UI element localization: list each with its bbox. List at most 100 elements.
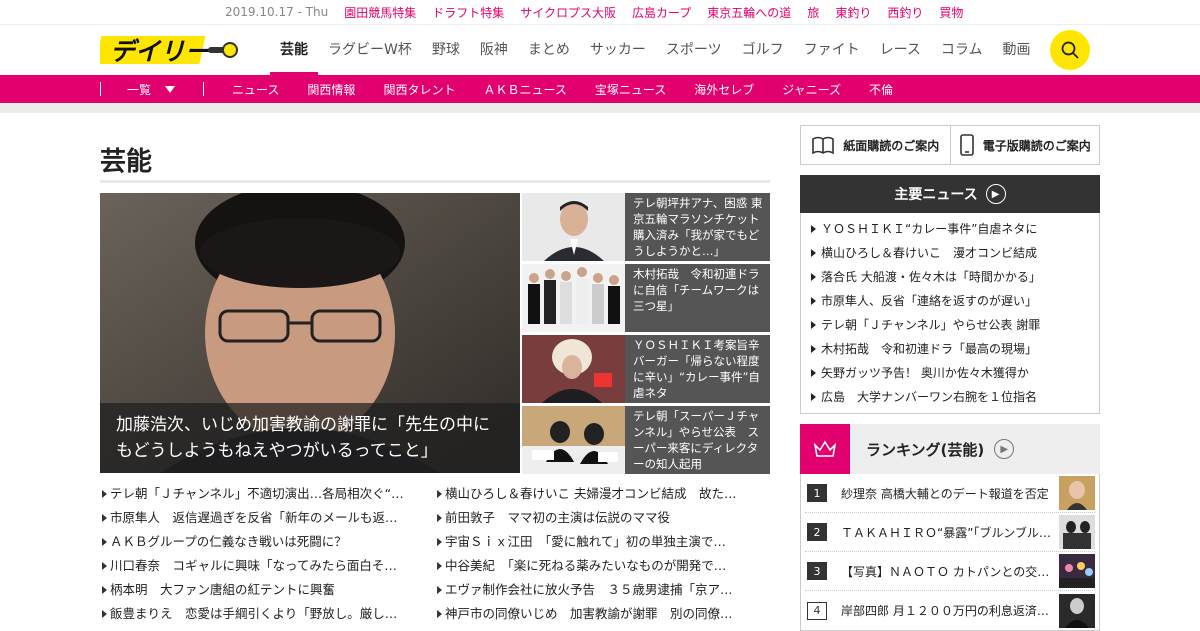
nav-item-column[interactable]: コラム	[931, 25, 993, 75]
headline-link[interactable]: 横山ひろし＆春けいこ 夫婦漫才コンビ結成 故た…	[435, 482, 770, 506]
side-news-text: 木村拓哉 令和初連ドラに自信「チームワークは三つ星」	[633, 267, 760, 313]
major-news-item[interactable]: 木村拓哉 令和初連ドラ「最高の現場」	[801, 337, 1099, 361]
nav-item-soccer[interactable]: サッカー	[580, 25, 656, 75]
headline-link[interactable]: 川口春奈 コギャルに興味「なってみたら面白そ…	[100, 554, 435, 578]
rank-text: 岸部四郎 月１２００万円の利息返済…	[841, 604, 1049, 618]
ranking-list: 1 紗理奈 高橋大輔とのデート報道を否定 2 ＴＡＫＡＨＩＲＯ“暴露”「ブルンブ…	[800, 474, 1100, 631]
major-news-item[interactable]: 落合氏 大船渡・佐々木は「時間かかる」	[801, 265, 1099, 289]
headline-column-left: テレ朝「Ｊチャンネル」不適切演出…各局相次ぐ“… 市原隼人 返信遅過ぎを反省「新…	[100, 482, 435, 626]
rank-number: 3	[807, 562, 827, 580]
top-link[interactable]: ドラフト特集	[432, 4, 504, 21]
top-link[interactable]: 園田競馬特集	[344, 4, 416, 21]
side-news-item[interactable]: ＹＯＳＨＩＫＩ考案旨辛バーガー「帰らない程度に辛い」“カレー事件”自虐ネタ	[522, 335, 770, 403]
major-news-item[interactable]: ＹＯＳＨＩＫＩ“カレー事件”自虐ネタに	[801, 217, 1099, 241]
site-logo[interactable]: デイリー	[95, 33, 240, 67]
headline-link[interactable]: 中谷美紀 「楽に死ねる薬みたいなものが開発で…	[435, 554, 770, 578]
chevron-right-icon: ▶	[994, 439, 1015, 459]
divider	[203, 82, 205, 96]
rank-thumbnail	[1059, 515, 1095, 549]
headline-lists: テレ朝「Ｊチャンネル」不適切演出…各局相次ぐ“… 市原隼人 返信遅過ぎを反省「新…	[100, 482, 770, 626]
top-link[interactable]: 西釣り	[887, 4, 923, 21]
search-icon	[1061, 41, 1079, 59]
search-button[interactable]	[1050, 30, 1090, 70]
headline-link[interactable]: 前田敦子 ママ初の主演は伝説のママ役	[435, 506, 770, 530]
nav-item-entertainment[interactable]: 芸能	[270, 25, 318, 75]
major-news-header[interactable]: 主要ニュース ▶	[800, 175, 1100, 213]
headline-link[interactable]: 神戸市の同僚いじめ 加害教諭が謝罪 別の同僚…	[435, 602, 770, 626]
side-news-text: ＹＯＳＨＩＫＩ考案旨辛バーガー「帰らない程度に辛い」“カレー事件”自虐ネタ	[633, 338, 760, 400]
headline-link[interactable]: 柄本明 大ファン唐組の紅テントに興奮	[100, 578, 435, 602]
headline-link[interactable]: エヴァ制作会社に放火予告 ３５歳男逮捕「京ア…	[435, 578, 770, 602]
smartphone-icon	[959, 134, 974, 156]
ranking-item[interactable]: 1 紗理奈 高橋大輔とのデート報道を否定	[805, 474, 1095, 513]
top-link[interactable]: 買物	[939, 4, 963, 21]
ranking-header[interactable]: ランキング(芸能) ▶	[800, 424, 1100, 474]
nav-item-race[interactable]: レース	[870, 25, 931, 75]
rank-text: 紗理奈 高橋大輔とのデート報道を否定	[841, 486, 1049, 501]
side-news-item[interactable]: テレ朝坪井アナ、困惑 東京五輪マラソンチケット購入済み「我が家でもどうしようかと…	[522, 193, 770, 261]
major-news-title: 主要ニュース	[894, 187, 978, 203]
subnav-item[interactable]: ＡＫＢニュース	[483, 81, 566, 98]
nav-item-fight[interactable]: ファイト	[794, 25, 870, 75]
subnav-item[interactable]: 海外セレブ	[694, 81, 754, 98]
side-news-text: テレ朝坪井アナ、困惑 東京五輪マラソンチケット購入済み「我が家でもどうしようかと…	[633, 196, 763, 258]
top-link[interactable]: 東釣り	[835, 4, 871, 21]
side-news-item[interactable]: テレ朝「スーパーＪチャンネル」やらせ公表 スーパー来客にディレクターの知人起用	[522, 406, 770, 474]
side-news-item[interactable]: 木村拓哉 令和初連ドラに自信「チームワークは三つ星」	[522, 264, 770, 332]
major-news-item[interactable]: テレ朝「Ｊチャンネル」やらせ公表 謝罪	[801, 313, 1099, 337]
major-news-item[interactable]: 横山ひろし＆春けいこ 漫才コンビ結成	[801, 241, 1099, 265]
all-categories-label: 一覧	[127, 82, 152, 97]
chevron-down-icon	[165, 85, 176, 93]
subnav-item[interactable]: 宝塚ニュース	[595, 81, 666, 98]
nav-item-golf[interactable]: ゴルフ	[732, 25, 794, 75]
paper-subscription-button[interactable]: 紙面購読のご案内	[801, 126, 950, 164]
headline-column-right: 横山ひろし＆春けいこ 夫婦漫才コンビ結成 故た… 前田敦子 ママ初の主演は伝説の…	[435, 482, 770, 626]
rank-text: 【写真】ＮＡＯＴＯ カトパンとの交…	[841, 564, 1050, 579]
paper-subscription-label: 紙面購読のご案内	[843, 138, 940, 153]
headline-link[interactable]: 飯豊まりえ 恋愛は手綱引くより「野放し。厳し…	[100, 602, 435, 626]
major-news-item[interactable]: 矢野ガッツ予告！ 奥川か佐々木獲得か	[801, 361, 1099, 385]
major-news-item[interactable]: 広島 大学ナンバーワン右腕を１位指名	[801, 385, 1099, 409]
headline-link[interactable]: 宇宙Ｓｉｘ江田 「愛に触れて」初の単独主演で…	[435, 530, 770, 554]
top-bar: 2019.10.17 - Thu 園田競馬特集 ドラフト特集 サイクロプス大阪 …	[0, 0, 1200, 25]
side-news-text: テレ朝「スーパーＪチャンネル」やらせ公表 スーパー来客にディレクターの知人起用	[633, 409, 760, 471]
rank-thumbnail	[1059, 554, 1095, 588]
logo-mark: デイリー	[95, 36, 238, 66]
rank-text: ＴＡＫＡＨＩＲＯ“暴露”「ブルンブル…	[841, 525, 1051, 540]
headline-link[interactable]: テレ朝「Ｊチャンネル」不適切演出…各局相次ぐ“…	[100, 482, 435, 506]
subnav-item[interactable]: ジャニーズ	[782, 81, 841, 98]
nav-item-sports[interactable]: スポーツ	[656, 25, 732, 75]
headline-link[interactable]: 市原隼人 返信遅過ぎを反省「新年のメールも返…	[100, 506, 435, 530]
news-thumbnail	[522, 264, 625, 332]
nav-item-baseball[interactable]: 野球	[422, 25, 470, 75]
top-link[interactable]: 旅	[807, 4, 819, 21]
nav-item-hanshin[interactable]: 阪神	[470, 25, 518, 75]
nav-item-rugby[interactable]: ラグビーW杯	[318, 25, 422, 75]
subnav-item[interactable]: 関西タレント	[383, 81, 455, 98]
news-thumbnail	[522, 406, 625, 474]
book-icon	[812, 136, 835, 155]
subnav-item[interactable]: 関西情報	[307, 81, 355, 98]
rank-thumbnail	[1059, 476, 1095, 510]
top-link[interactable]: 東京五輪への道	[707, 4, 791, 21]
ranking-item[interactable]: 3 【写真】ＮＡＯＴＯ カトパンとの交…	[805, 552, 1095, 591]
headline-link[interactable]: ＡＫＢグループの仁義なき戦いは死闘に？	[100, 530, 435, 554]
news-thumbnail	[522, 193, 625, 261]
subscription-buttons: 紙面購読のご案内 電子版購読のご案内	[800, 125, 1100, 165]
top-link[interactable]: サイクロプス大阪	[520, 4, 616, 21]
subnav-item[interactable]: 不倫	[869, 81, 893, 98]
current-date: 2019.10.17 - Thu	[225, 5, 329, 19]
nav-item-matome[interactable]: まとめ	[518, 25, 580, 75]
all-categories-dropdown[interactable]: 一覧	[127, 81, 176, 98]
major-news-list: ＹＯＳＨＩＫＩ“カレー事件”自虐ネタに 横山ひろし＆春けいこ 漫才コンビ結成 落…	[800, 213, 1100, 414]
hero-article[interactable]: 加藤浩次、いじめ加害教諭の謝罪に「先生の中にもどうしようもねえやつがいるってこと…	[100, 193, 520, 473]
ranking-item[interactable]: 2 ＴＡＫＡＨＩＲＯ“暴露”「ブルンブル…	[805, 513, 1095, 552]
top-link[interactable]: 広島カープ	[632, 4, 691, 21]
ranking-item[interactable]: 4 岸部四郎 月１２００万円の利息返済…	[805, 591, 1095, 630]
side-news-list: テレ朝坪井アナ、困惑 東京五輪マラソンチケット購入済み「我が家でもどうしようかと…	[522, 193, 770, 474]
subnav-item[interactable]: ニュース	[232, 81, 279, 98]
major-news-item[interactable]: 市原隼人、反省「連絡を返すのが遅い」	[801, 289, 1099, 313]
digital-subscription-button[interactable]: 電子版購読のご案内	[949, 126, 1100, 164]
ranking-title: ランキング(芸能)	[866, 440, 985, 459]
nav-item-video[interactable]: 動画	[992, 25, 1040, 75]
